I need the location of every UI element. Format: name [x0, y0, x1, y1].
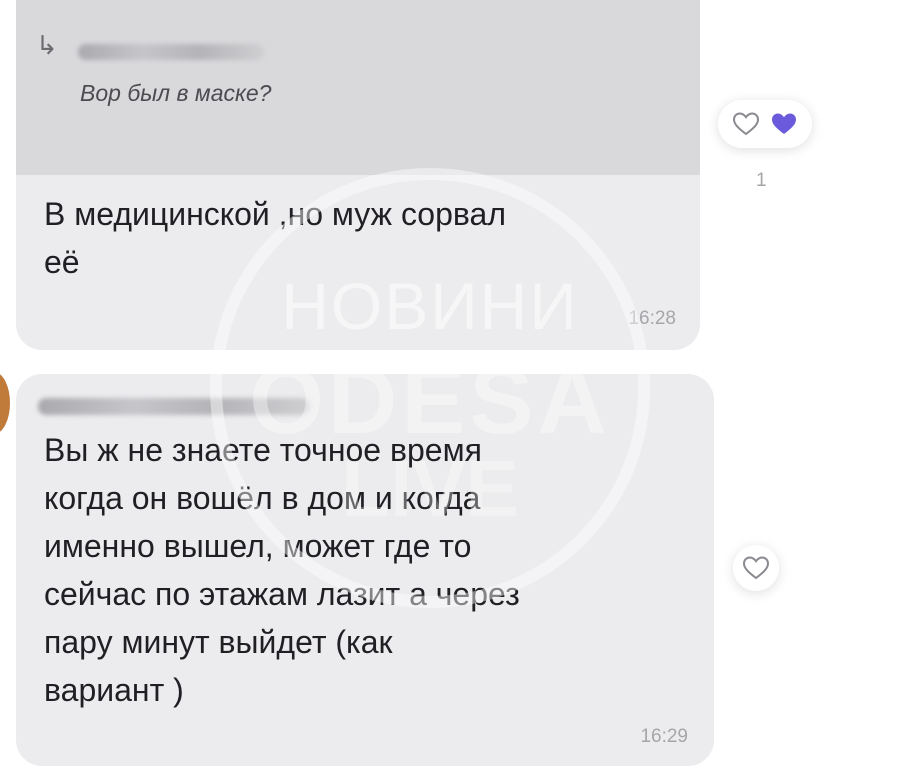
like-button[interactable] [733, 545, 779, 591]
reply-author-blurred [78, 44, 264, 60]
message-time: 16:28 [628, 308, 676, 329]
message-time: 16:29 [640, 726, 688, 747]
reply-arrow-icon: ↳ [36, 30, 58, 60]
reaction-count: 1 [756, 170, 767, 191]
heart-outline-icon[interactable] [732, 111, 760, 137]
message-bubble-incoming[interactable]: Вы ж не знаете точное время когда он вош… [16, 374, 714, 766]
author-name-blurred [38, 398, 310, 415]
message-bubble-incoming[interactable]: ↳ Вор был в маске? В медицинской ,но муж… [16, 0, 700, 350]
message-text: Вы ж не знаете точное время когда он вош… [44, 432, 520, 708]
heart-filled-icon[interactable] [770, 111, 798, 137]
reply-quote[interactable]: ↳ Вор был в маске? [16, 0, 700, 175]
heart-outline-icon [742, 556, 770, 580]
message-text: В медицинской ,но муж сорвал её [44, 196, 506, 280]
reaction-bar [718, 100, 812, 148]
avatar[interactable] [0, 372, 10, 434]
reply-quoted-text: Вор был в маске? [80, 80, 272, 106]
